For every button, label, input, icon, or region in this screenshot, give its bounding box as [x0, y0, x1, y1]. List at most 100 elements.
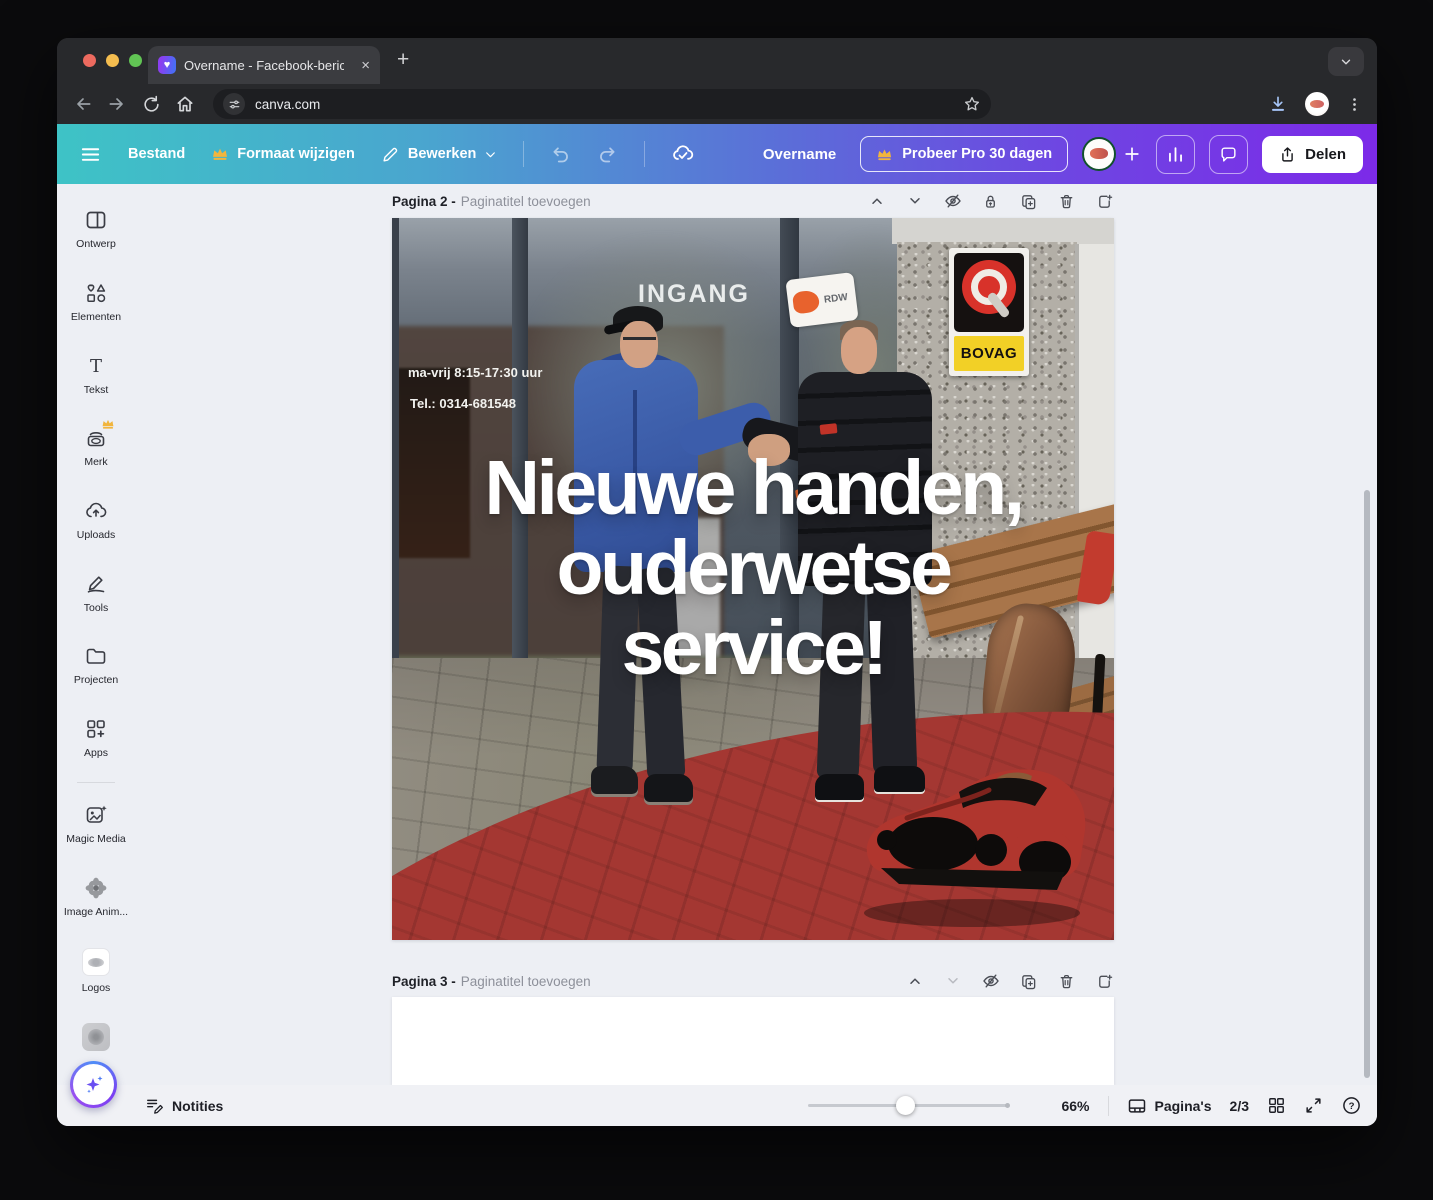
browser-profile-avatar[interactable] — [1305, 92, 1329, 116]
fullscreen-icon[interactable] — [1304, 1096, 1323, 1115]
elements-icon — [84, 281, 108, 305]
grid-view-icon[interactable] — [1267, 1096, 1286, 1115]
share-label: Delen — [1305, 146, 1346, 163]
hamburger-menu-icon[interactable] — [79, 143, 102, 166]
page2-duplicate-button[interactable] — [1019, 192, 1038, 211]
crown-icon — [101, 418, 115, 430]
redo-icon[interactable] — [597, 144, 618, 165]
flower-app-icon — [84, 876, 108, 900]
design-headline[interactable]: Nieuwe handen, ouderwetse service! — [392, 448, 1114, 688]
sidebar-item-image-animation[interactable]: Image Anim... — [57, 876, 135, 918]
page3-delete-button[interactable] — [1057, 972, 1076, 991]
crown-icon — [876, 147, 893, 162]
app-icon — [82, 1023, 110, 1051]
try-pro-button[interactable]: Probeer Pro 30 dagen — [860, 136, 1068, 172]
canvas-scrollbar[interactable] — [1364, 490, 1370, 1078]
document-title[interactable]: Overname — [763, 146, 836, 163]
download-icon[interactable] — [1268, 94, 1288, 114]
sidebar-item-projecten[interactable]: Projecten — [57, 644, 135, 686]
page3-add-page-button[interactable] — [1095, 972, 1114, 991]
page3-move-down-button — [943, 972, 962, 991]
sidebar-item-tekst[interactable]: T Tekst — [57, 354, 135, 396]
bewerken-label: Bewerken — [408, 146, 477, 162]
sidebar-item-ontwerp[interactable]: Ontwerp — [57, 208, 135, 250]
sidebar-item-app[interactable] — [57, 1023, 135, 1051]
home-icon — [175, 94, 195, 114]
sidebar-item-elementen[interactable]: Elementen — [57, 281, 135, 323]
status-bar: Notities 66% Pagina's 2/3 ? — [57, 1085, 1377, 1126]
page2-label[interactable]: Pagina 2 - — [392, 194, 456, 209]
reload-button[interactable] — [139, 92, 163, 116]
svg-text:?: ? — [1349, 1101, 1355, 1112]
new-tab-button[interactable]: + — [397, 48, 409, 72]
page3-header: Pagina 3 - Paginatitel toevoegen — [392, 970, 1114, 992]
insights-button[interactable] — [1156, 135, 1195, 174]
notes-button[interactable]: Notities — [145, 1085, 223, 1126]
pages-button[interactable]: Pagina's — [1127, 1096, 1212, 1116]
share-button[interactable]: Delen — [1262, 136, 1363, 173]
draw-tool-icon — [84, 572, 108, 596]
sidebar-item-apps[interactable]: Apps — [57, 717, 135, 759]
tab-strip: ♥ Overname - Facebook-berich × + — [57, 38, 1377, 84]
chrome-actions — [1268, 92, 1363, 116]
browser-menu-icon[interactable] — [1346, 96, 1363, 113]
ingang-sign-text: INGANG — [638, 280, 750, 309]
menu-bewerken[interactable]: Bewerken — [381, 145, 498, 164]
zoom-level[interactable]: 66% — [1061, 1098, 1089, 1114]
menu-formaat-wijzigen[interactable]: Formaat wijzigen — [211, 145, 355, 163]
help-icon[interactable]: ? — [1341, 1095, 1362, 1116]
page2-delete-button[interactable] — [1057, 192, 1076, 211]
tab-close-icon[interactable]: × — [361, 58, 370, 73]
forward-button[interactable] — [105, 92, 129, 116]
page3-label[interactable]: Pagina 3 - — [392, 974, 456, 989]
sidebar-item-logos[interactable]: Logos — [57, 948, 135, 994]
page2-hide-button[interactable] — [943, 192, 962, 211]
page3-hide-button[interactable] — [981, 972, 1000, 991]
url-text: canva.com — [255, 97, 320, 112]
page3-move-up-button[interactable] — [905, 972, 924, 991]
back-button[interactable] — [71, 92, 95, 116]
traffic-lights — [83, 54, 142, 67]
page3-duplicate-button[interactable] — [1019, 972, 1038, 991]
undo-icon[interactable] — [550, 144, 571, 165]
url-field[interactable]: canva.com — [213, 89, 991, 119]
cloud-saved-icon — [671, 142, 695, 166]
page2-canvas[interactable]: RDW BOVAG INGANG ma-vrij 8:15-17:30 uur … — [392, 218, 1114, 940]
page2-title-placeholder[interactable]: Paginatitel toevoegen — [461, 194, 591, 209]
apps-grid-icon — [84, 717, 108, 741]
page3-title-placeholder[interactable]: Paginatitel toevoegen — [461, 974, 591, 989]
sidebar-item-tools[interactable]: Tools — [57, 572, 135, 614]
reload-icon — [142, 95, 161, 114]
zoom-slider[interactable] — [808, 1104, 1008, 1107]
comments-button[interactable] — [1209, 135, 1248, 174]
add-member-icon[interactable] — [1122, 144, 1142, 164]
bookmark-star-icon[interactable] — [963, 95, 981, 113]
upload-cloud-icon — [84, 499, 108, 523]
crown-icon — [211, 145, 229, 163]
sidebar-item-magic-media[interactable]: Magic Media — [57, 803, 135, 845]
folder-icon — [84, 644, 108, 668]
account-avatar[interactable] — [1082, 137, 1116, 171]
minimize-window-button[interactable] — [106, 54, 119, 67]
page3-canvas[interactable] — [392, 997, 1114, 1085]
page2-add-page-button[interactable] — [1095, 192, 1114, 211]
zoom-window-button[interactable] — [129, 54, 142, 67]
site-settings-icon[interactable] — [223, 93, 245, 115]
close-window-button[interactable] — [83, 54, 96, 67]
sidebar-item-uploads[interactable]: Uploads — [57, 499, 135, 541]
red-car-graphic — [847, 748, 1097, 933]
menu-bestand[interactable]: Bestand — [128, 146, 185, 162]
canva-assistant-button[interactable] — [70, 1061, 117, 1108]
home-button[interactable] — [173, 92, 197, 116]
opening-hours-text: ma-vrij 8:15-17:30 uur — [408, 365, 542, 380]
sidebar-item-merk[interactable]: Merk — [57, 426, 135, 468]
bovag-label: BOVAG — [954, 336, 1024, 371]
try-pro-label: Probeer Pro 30 dagen — [902, 146, 1052, 162]
design-icon — [84, 208, 108, 232]
zoom-slider-thumb[interactable] — [896, 1096, 915, 1115]
tab-search-button[interactable] — [1328, 47, 1364, 76]
browser-tab[interactable]: ♥ Overname - Facebook-berich × — [148, 46, 380, 84]
page2-move-down-button[interactable] — [905, 192, 924, 211]
page2-move-up-button[interactable] — [867, 192, 886, 211]
page2-lock-button[interactable] — [981, 192, 1000, 211]
